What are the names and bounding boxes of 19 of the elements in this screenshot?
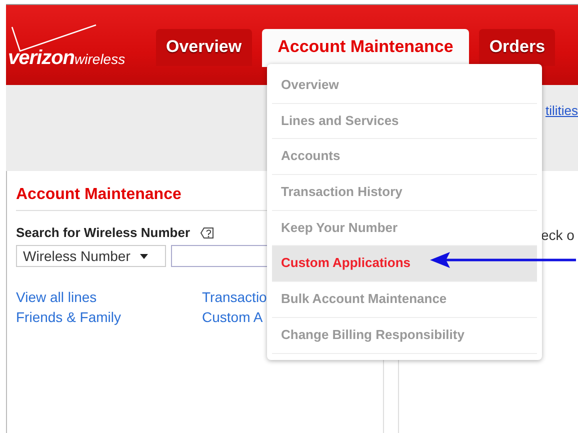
menu-item[interactable]: Custom Applications bbox=[272, 246, 537, 282]
search-label: Search for Wireless Number bbox=[16, 225, 190, 240]
account-link[interactable]: View all lines bbox=[16, 289, 127, 305]
number-type-select[interactable]: Wireless Number bbox=[16, 245, 166, 267]
utilities-link[interactable]: tilities bbox=[545, 103, 578, 118]
nav-tab[interactable]: Account Maintenance bbox=[262, 29, 470, 67]
nav-tab[interactable]: Orders bbox=[479, 29, 556, 66]
help-icon[interactable] bbox=[200, 226, 214, 238]
nav-tab[interactable]: Overview bbox=[156, 29, 252, 66]
menu-item[interactable]: Lines and Services bbox=[272, 104, 537, 140]
logo[interactable]: verizonwireless bbox=[8, 47, 156, 70]
menu-item[interactable]: Transaction History bbox=[272, 175, 537, 211]
account-link[interactable]: Friends & Family bbox=[16, 309, 127, 325]
menu-item[interactable]: Accounts bbox=[272, 139, 537, 176]
panel-text: eck o bbox=[541, 227, 574, 243]
menu-item[interactable]: Change Billing Responsibility bbox=[272, 318, 537, 354]
menu-item[interactable]: Overview bbox=[272, 68, 537, 104]
caret-icon bbox=[140, 254, 148, 258]
menu-item[interactable]: Bulk Account Maintenance bbox=[272, 282, 537, 318]
